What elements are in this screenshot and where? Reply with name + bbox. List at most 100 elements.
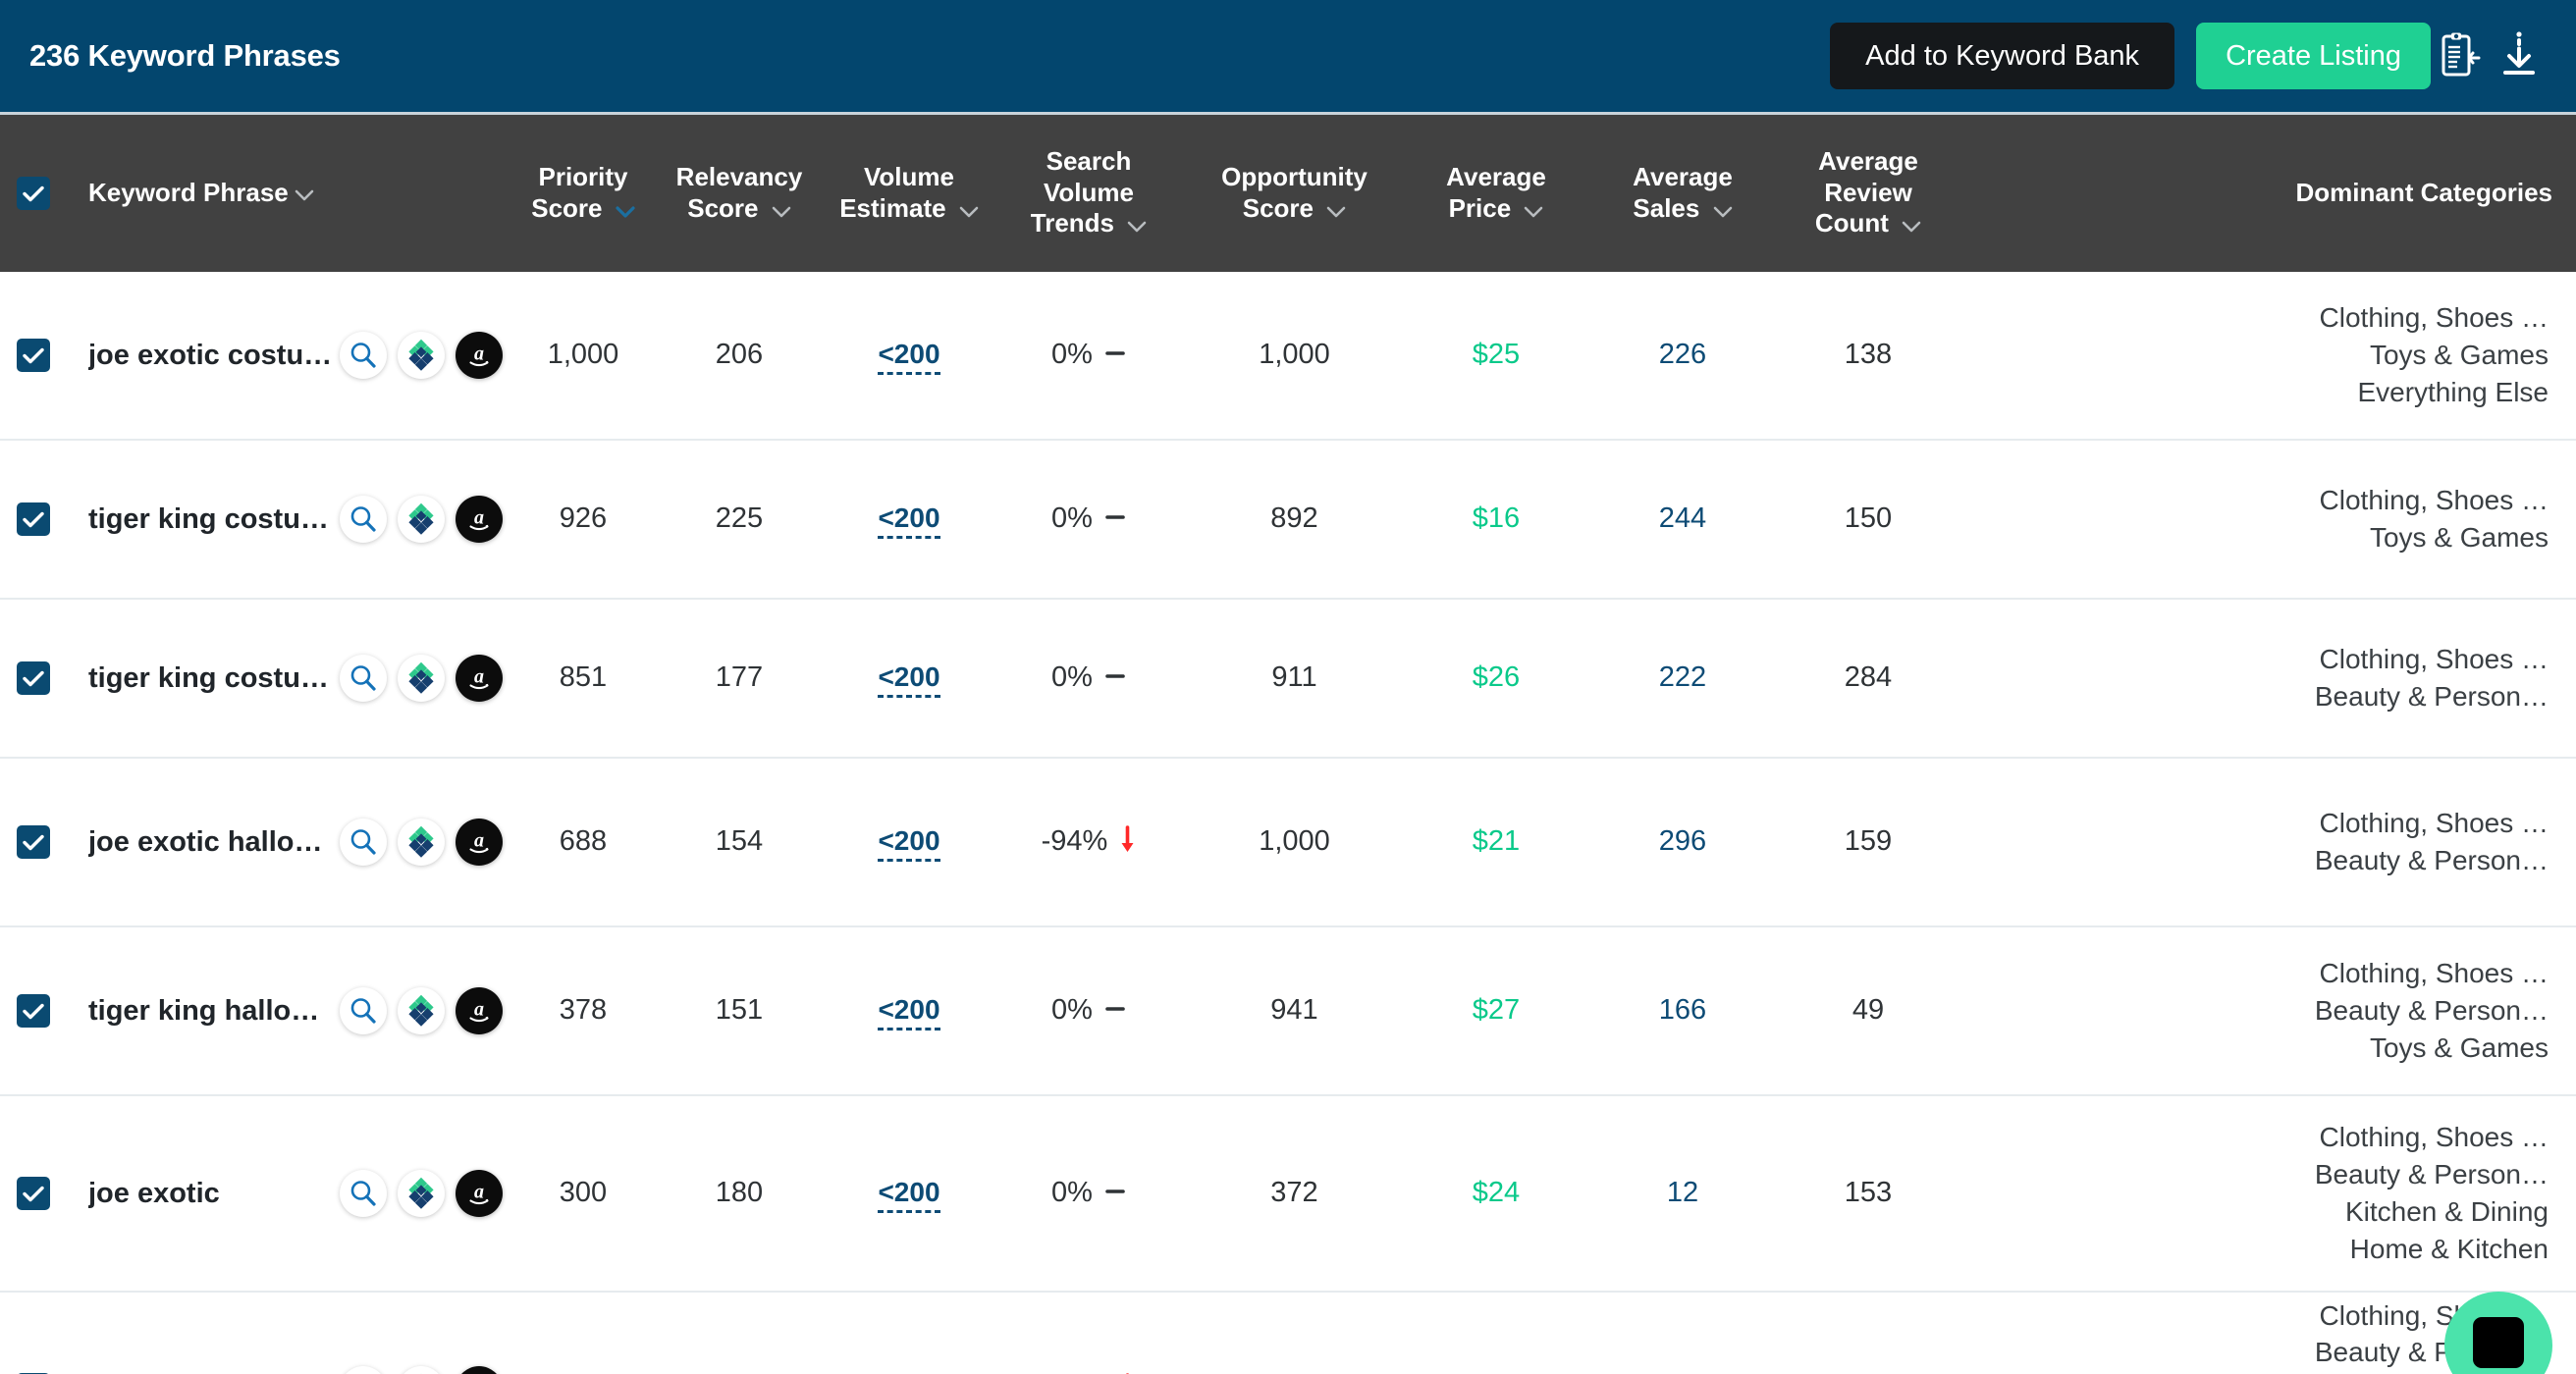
helium-diamond-icon[interactable] — [398, 987, 445, 1034]
chevron-down-icon — [616, 194, 635, 226]
volume-estimate-cell: <200 — [831, 661, 988, 699]
helium-diamond-icon[interactable] — [398, 655, 445, 702]
opportunity-score-cell: 911 — [1271, 661, 1317, 694]
svt-line3-wrap: Trends — [992, 208, 1186, 240]
download-button[interactable] — [2490, 26, 2549, 86]
keyword-wrap: joe exotic a — [67, 1170, 518, 1217]
avg-sales-line2: Sales — [1633, 192, 1700, 223]
helium-diamond-icon[interactable] — [398, 1170, 445, 1217]
magnifier-icon[interactable] — [340, 496, 387, 543]
dominant-category-item: Clothing, Shoes … — [2319, 1122, 2549, 1153]
magnifier-icon[interactable] — [340, 655, 387, 702]
column-header-volume-estimate[interactable]: Volume Estimate — [831, 162, 988, 225]
table-row[interactable]: tiger king halloween cos… a 378 151 <200 0% 94… — [0, 927, 2576, 1096]
trend-flat-icon — [1104, 661, 1126, 696]
helium-diamond-icon[interactable] — [398, 1366, 445, 1374]
amazon-icon[interactable]: a — [456, 655, 503, 702]
average-price-cell: $25 — [1472, 339, 1521, 371]
column-header-relevancy-score[interactable]: Relevancy Score — [648, 162, 831, 225]
clipboard-import-button[interactable] — [2431, 26, 2490, 86]
volume-estimate-value[interactable]: <200 — [878, 994, 940, 1031]
column-header-average-review-count[interactable]: Average Review Count — [1772, 146, 1964, 240]
magnifier-icon[interactable] — [340, 819, 387, 866]
table-row[interactable]: joe exotic a 300 180 <200 0% 372 $24 12 153 Clothi… — [0, 1096, 2576, 1293]
add-to-keyword-bank-button[interactable]: Add to Keyword Bank — [1830, 23, 2175, 89]
keyword-phrase-text[interactable]: tiger king costume joe e… — [88, 503, 336, 536]
search-volume-trend-cell: 0% — [988, 993, 1190, 1028]
magnifier-icon[interactable] — [340, 1170, 387, 1217]
column-header-average-sales[interactable]: Average Sales — [1593, 162, 1772, 225]
keyword-phrase-text[interactable]: joe exotic — [88, 1178, 220, 1210]
magnifier-icon[interactable] — [340, 987, 387, 1034]
table-row[interactable]: joe exotic costume adult a 1,000 206 <200 0% 1… — [0, 272, 2576, 441]
average-price-cell: $21 — [1472, 825, 1521, 858]
table-row[interactable]: joe exotic halloween cos… a 688 154 <200 -94%… — [0, 759, 2576, 927]
dominant-category-item: Everything Else — [2357, 376, 2549, 407]
keyword-phrase-cell: tiger king halloween cos… a — [67, 987, 518, 1034]
opportunity-line2: Score — [1242, 192, 1315, 223]
amazon-icon[interactable]: a — [456, 1170, 503, 1217]
column-header-search-volume-trends[interactable]: Search Volume Trends — [988, 146, 1190, 240]
trend-down-arrow-icon — [1119, 824, 1136, 860]
volume-estimate-value[interactable]: <200 — [878, 661, 940, 699]
priority-score-cell: 300 — [559, 1177, 608, 1209]
row-checkbox[interactable] — [17, 1177, 50, 1210]
amazon-icon[interactable]: a — [456, 987, 503, 1034]
opportunity-score-cell: 372 — [1270, 1177, 1318, 1209]
amazon-icon[interactable]: a — [456, 1366, 503, 1374]
amazon-icon[interactable]: a — [456, 332, 503, 379]
magnifier-icon[interactable] — [340, 332, 387, 379]
amazon-icon[interactable]: a — [456, 496, 503, 543]
keyword-wrap: tiger king halloween cos… a — [67, 987, 518, 1034]
relevancy-score-cell: 154 — [715, 825, 764, 858]
row-checkbox[interactable] — [17, 994, 50, 1028]
dominant-category-item: Beauty & Person… — [2314, 1159, 2549, 1190]
dominant-categories-cell: Clothing, Shoes … Beauty & Person… Toys & … — [1964, 955, 2576, 1066]
dominant-categories-cell: Clothing, Shoes … Beauty & Person… — [1964, 641, 2576, 715]
keyword-phrase-cell: joe exotic a — [67, 1170, 518, 1217]
table-header-row: Keyword Phrase Priority Score Relevancy … — [0, 115, 2576, 272]
table-row[interactable]: tiger king costume a 851 177 <200 0% 911 $26 222… — [0, 600, 2576, 759]
relevancy-score-cell: 177 — [715, 661, 764, 694]
keyword-phrases-app: 236 Keyword Phrases Add to Keyword Bank … — [0, 0, 2576, 1374]
create-listing-button[interactable]: Create Listing — [2196, 23, 2431, 89]
helium-diamond-icon[interactable] — [398, 332, 445, 379]
column-header-priority-score[interactable]: Priority Score — [518, 162, 648, 225]
keyword-phrase-text[interactable]: joe exotic halloween cos… — [88, 826, 336, 859]
column-header-opportunity-score[interactable]: Opportunity Score — [1190, 162, 1399, 225]
keyword-table: Keyword Phrase Priority Score Relevancy … — [0, 115, 2576, 1374]
amazon-icon[interactable]: a — [456, 819, 503, 866]
dominant-category-item: Toys & Games — [2369, 522, 2549, 553]
clipboard-import-icon — [2440, 31, 2481, 81]
chevron-down-icon — [1326, 194, 1346, 226]
volume-estimate-value[interactable]: <200 — [878, 502, 940, 540]
keyword-phrase-cell: joe exotic halloween cos… a — [67, 819, 518, 866]
average-price-cell: $26 — [1472, 661, 1521, 694]
helium-diamond-icon[interactable] — [398, 496, 445, 543]
column-header-keyword-phrase[interactable]: Keyword Phrase — [67, 178, 518, 209]
volume-estimate-value[interactable]: <200 — [878, 339, 940, 376]
magnifier-icon[interactable] — [340, 1366, 387, 1374]
avg-review-line3: Count — [1814, 208, 1889, 238]
chevron-down-icon — [1713, 194, 1733, 226]
opportunity-line2-wrap: Score — [1194, 193, 1395, 226]
average-price-cell: $27 — [1472, 994, 1521, 1027]
row-checkbox[interactable] — [17, 661, 50, 695]
keyword-phrase-text[interactable]: tiger king halloween cos… — [88, 995, 336, 1028]
row-checkbox[interactable] — [17, 339, 50, 372]
column-header-average-price[interactable]: Average Price — [1399, 162, 1593, 225]
volume-estimate-value[interactable]: <200 — [878, 825, 940, 863]
table-row[interactable]: tiger king costume joe e… a 926 225 <200 0% 89… — [0, 441, 2576, 600]
keyword-phrase-text[interactable]: tiger king costume — [88, 662, 336, 695]
priority-line1: Priority — [538, 161, 628, 191]
table-row[interactable]: joe exotic costume seta213153<200-81%766… — [0, 1293, 2576, 1374]
search-volume-trend-value: 0% — [1051, 661, 1093, 694]
keyword-phrase-text[interactable]: joe exotic costume adult — [88, 340, 336, 372]
relevancy-score-cell: 151 — [715, 994, 764, 1027]
svg-text:a: a — [474, 830, 484, 852]
helium-diamond-icon[interactable] — [398, 819, 445, 866]
volume-estimate-value[interactable]: <200 — [878, 1177, 940, 1214]
select-all-checkbox[interactable] — [17, 177, 50, 210]
row-checkbox[interactable] — [17, 825, 50, 859]
row-checkbox[interactable] — [17, 502, 50, 536]
